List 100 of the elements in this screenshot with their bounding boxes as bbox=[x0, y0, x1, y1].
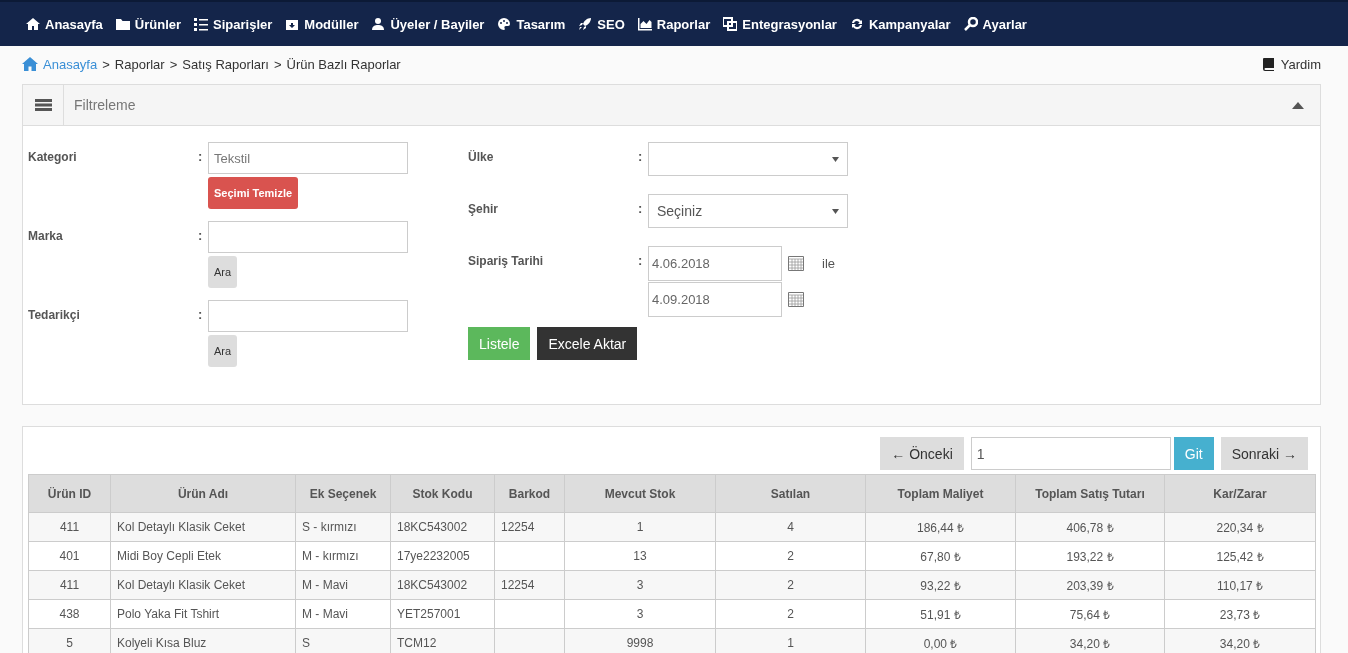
table-cell: M - Mavi bbox=[295, 570, 391, 600]
column-header[interactable]: Toplam Maliyet bbox=[865, 474, 1016, 513]
table-cell: 3 bbox=[564, 599, 716, 629]
table-cell: 401 bbox=[28, 541, 111, 571]
table-cell: 110,17 ₺ bbox=[1164, 570, 1316, 600]
table-cell: 1 bbox=[564, 512, 716, 542]
calendar-icon[interactable] bbox=[788, 256, 804, 271]
table-cell: 0,00 ₺ bbox=[865, 628, 1016, 653]
chart-icon bbox=[637, 17, 652, 31]
folder-icon bbox=[115, 17, 130, 31]
table-cell: YET257001 bbox=[390, 599, 495, 629]
table-cell: M - kırmızı bbox=[295, 541, 391, 571]
column-header[interactable]: Mevcut Stok bbox=[564, 474, 716, 513]
menu-icon[interactable] bbox=[34, 98, 52, 112]
nav-item[interactable]: Tasarım bbox=[497, 16, 566, 32]
table-cell: 9998 bbox=[564, 628, 716, 653]
select-field[interactable]: Seçiniz bbox=[648, 194, 848, 228]
field-label: Kategori bbox=[28, 149, 78, 166]
column-header[interactable]: Ürün ID bbox=[28, 474, 111, 513]
nav-item[interactable]: Üyeler / Bayiler bbox=[371, 16, 485, 32]
box-icon bbox=[285, 17, 300, 31]
column-header[interactable]: Toplam Satış Tutarı bbox=[1015, 474, 1165, 513]
help-link[interactable]: Yardim bbox=[1261, 56, 1321, 72]
table-cell: 186,44 ₺ bbox=[865, 512, 1016, 542]
search-button[interactable]: Ara bbox=[208, 256, 237, 288]
nav-item[interactable]: Ürünler bbox=[115, 16, 182, 32]
table-cell: 75,64 ₺ bbox=[1015, 599, 1165, 629]
arrows-icon bbox=[849, 17, 864, 31]
panel-title: Filtreleme bbox=[73, 97, 137, 113]
label-colon: : bbox=[198, 148, 204, 166]
table-cell: 93,22 ₺ bbox=[865, 570, 1016, 600]
table-cell: 12254 bbox=[494, 570, 565, 600]
breadcrumb-separator: > bbox=[273, 56, 282, 72]
column-header[interactable]: Ürün Adı bbox=[110, 474, 296, 513]
label-colon: : bbox=[198, 306, 204, 324]
table-cell: 17ye2232005 bbox=[390, 541, 495, 571]
palette-icon bbox=[497, 17, 512, 31]
text-field[interactable]: Tekstil bbox=[208, 142, 408, 174]
table-cell: Polo Yaka Fit Tshirt bbox=[110, 599, 296, 629]
nav-item[interactable]: SEO bbox=[578, 16, 625, 32]
table-cell: 5 bbox=[28, 628, 111, 653]
home-icon bbox=[26, 17, 40, 31]
nav-item[interactable]: Raporlar bbox=[637, 16, 711, 32]
breadcrumb-separator: > bbox=[102, 56, 110, 72]
label-colon: : bbox=[638, 148, 644, 166]
column-header[interactable]: Barkod bbox=[494, 474, 565, 513]
text-field[interactable] bbox=[208, 300, 408, 332]
table-cell: 34,20 ₺ bbox=[1015, 628, 1165, 653]
field-label: Tedarikçi bbox=[28, 307, 81, 324]
breadcrumb-item[interactable]: Satış Raporları bbox=[182, 56, 269, 72]
nav-item[interactable]: Siparişler bbox=[194, 16, 273, 32]
nav-item[interactable]: Modüller bbox=[285, 16, 359, 32]
field-label: Ülke bbox=[468, 149, 495, 166]
nav-item[interactable]: Anasayfa bbox=[26, 16, 103, 32]
table-cell: 411 bbox=[28, 570, 111, 600]
table-cell: 438 bbox=[28, 599, 111, 629]
users-icon bbox=[371, 17, 386, 31]
table-cell: 34,20 ₺ bbox=[1164, 628, 1316, 653]
table-cell: 51,91 ₺ bbox=[865, 599, 1016, 629]
page-field[interactable]: 1 bbox=[970, 437, 1171, 470]
windows-icon bbox=[723, 17, 738, 31]
clear-selection-button[interactable]: Seçimi Temizle bbox=[208, 177, 299, 209]
rocket-icon bbox=[578, 17, 593, 31]
column-header[interactable]: Kar/Zarar bbox=[1164, 474, 1316, 513]
table-cell: 18KC543002 bbox=[390, 570, 495, 600]
table-cell: Kolyeli Kısa Bluz bbox=[110, 628, 296, 653]
date-field[interactable]: 4.06.2018 bbox=[648, 246, 782, 281]
column-header[interactable]: Ek Seçenek bbox=[295, 474, 391, 513]
table-cell: TCM12 bbox=[390, 628, 495, 653]
table-cell: 406,78 ₺ bbox=[1015, 512, 1165, 542]
breadcrumb-item[interactable]: Raporlar bbox=[114, 56, 165, 72]
date-field[interactable]: 4.09.2018 bbox=[648, 282, 782, 317]
collapse-icon[interactable] bbox=[1292, 101, 1304, 109]
caret-icon bbox=[832, 156, 839, 162]
field-label: Marka bbox=[28, 228, 64, 245]
table-cell: Midi Boy Cepli Etek bbox=[110, 541, 296, 571]
table-cell: M - Mavi bbox=[295, 599, 391, 629]
label-colon: : bbox=[638, 252, 644, 270]
export-button[interactable]: Excele Aktar bbox=[537, 327, 638, 360]
table-cell: 4 bbox=[715, 512, 866, 542]
table-cell: 67,80 ₺ bbox=[865, 541, 1016, 571]
nav-item[interactable]: Kampanyalar bbox=[849, 16, 951, 32]
table-cell: 2 bbox=[715, 570, 866, 600]
select-field[interactable] bbox=[648, 142, 848, 176]
table-cell: 193,22 ₺ bbox=[1015, 541, 1165, 571]
next-button[interactable]: Sonraki → bbox=[1220, 437, 1308, 470]
nav-item[interactable]: Entegrasyonlar bbox=[723, 16, 837, 32]
nav-item[interactable]: Ayarlar bbox=[963, 16, 1027, 32]
table-cell: 220,34 ₺ bbox=[1164, 512, 1316, 542]
home-icon bbox=[22, 57, 38, 71]
range-label: ile bbox=[822, 256, 835, 271]
breadcrumb-item[interactable]: Ürün Bazlı Raporlar bbox=[286, 56, 401, 72]
column-header[interactable]: Satılan bbox=[715, 474, 866, 513]
table-cell: 125,42 ₺ bbox=[1164, 541, 1316, 571]
calendar-icon[interactable] bbox=[788, 292, 804, 307]
table-cell: 13 bbox=[564, 541, 716, 571]
column-header[interactable]: Stok Kodu bbox=[390, 474, 495, 513]
search-button[interactable]: Ara bbox=[208, 335, 237, 367]
text-field[interactable] bbox=[208, 221, 408, 253]
previous-button[interactable]: ← Önceki bbox=[880, 437, 964, 470]
